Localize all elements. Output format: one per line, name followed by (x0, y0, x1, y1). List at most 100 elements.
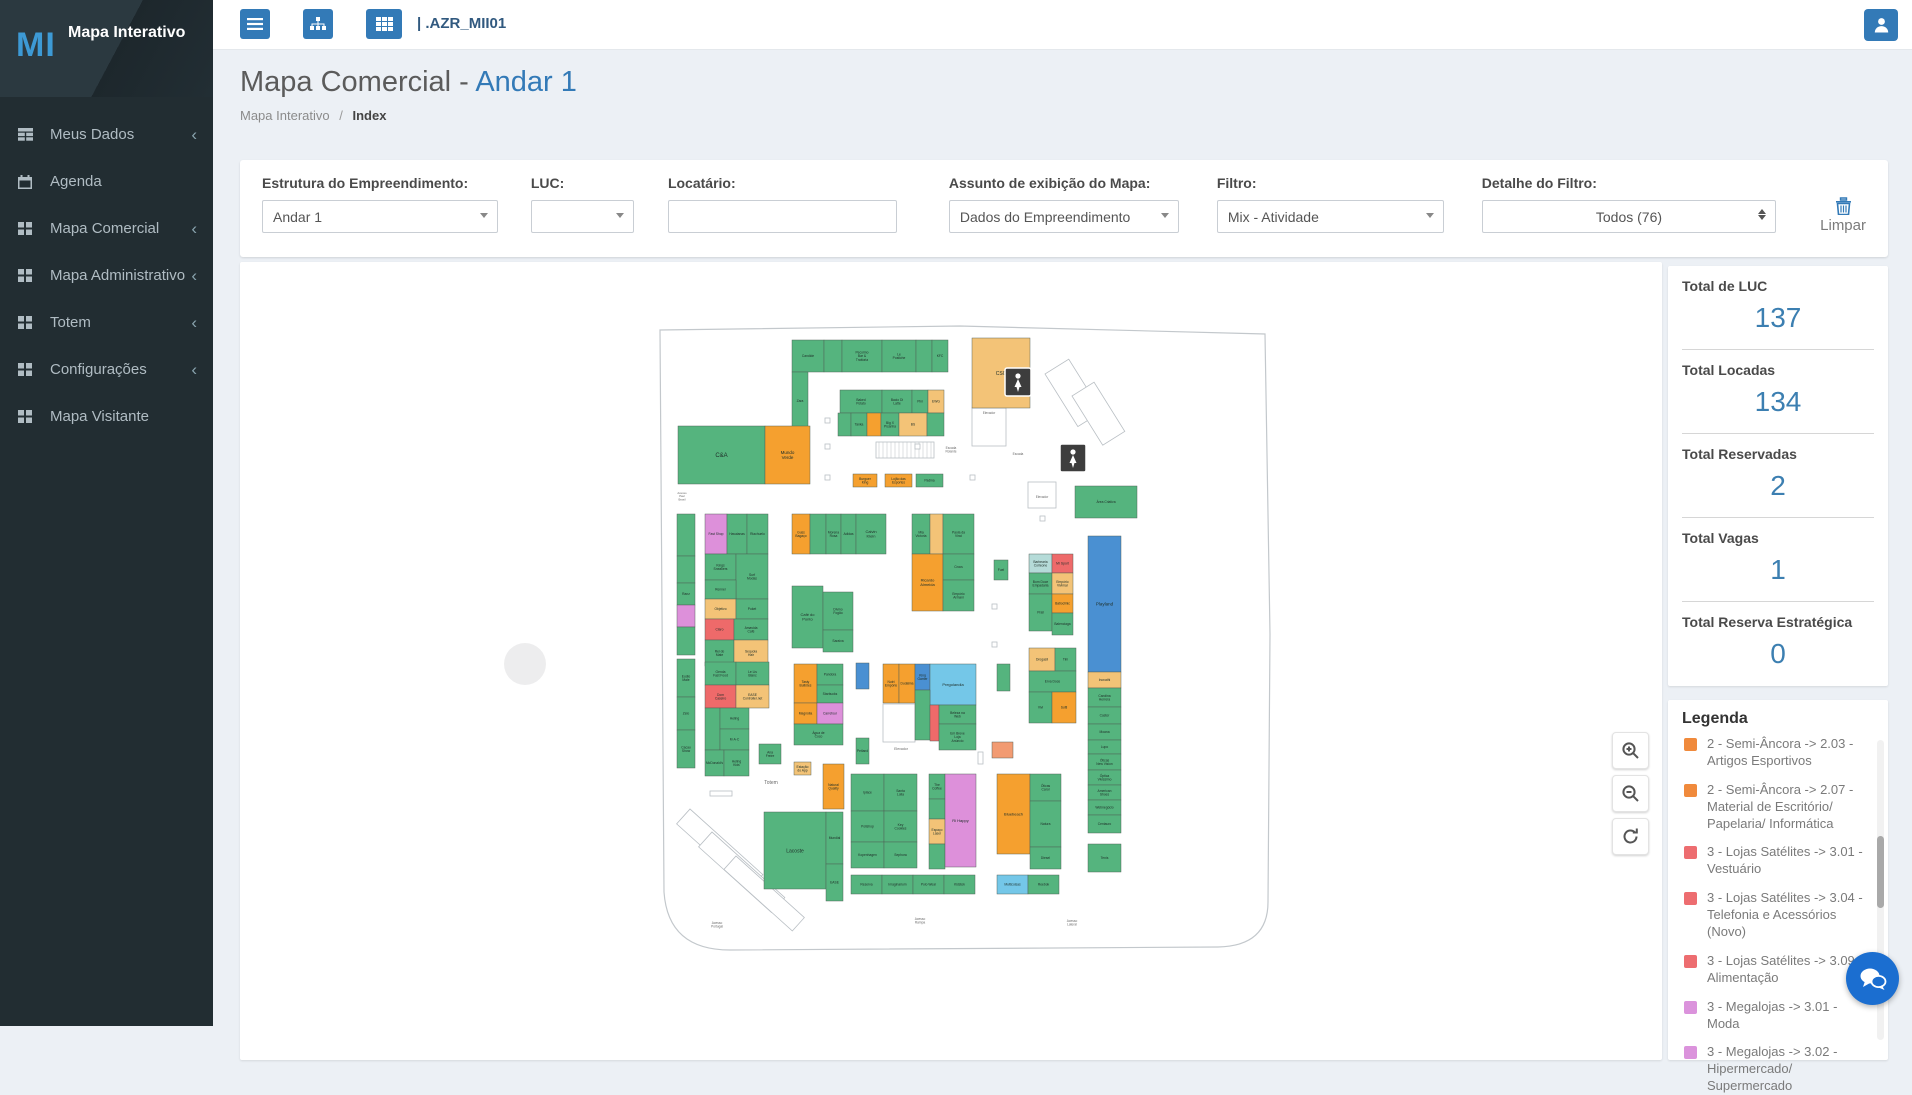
store-block-polo wear[interactable]: Polo Wear (913, 875, 944, 894)
store-block-heling-kids[interactable]: HelingKids (724, 750, 749, 776)
store-block-em breve-loja-anúncio[interactable]: Em BreveLojaAnúncio (939, 724, 976, 750)
store-block-amavida-café[interactable]: AmavidaCafé (734, 619, 768, 640)
store-block-beleza na-web[interactable]: Beleza naWeb (939, 705, 976, 724)
sidebar-item-mapa-administrativo[interactable]: Mapa Administrativo‹ (0, 252, 213, 299)
store-block-fast shop[interactable]: Fast Shop (705, 514, 727, 554)
store-block-ana-freire[interactable]: AnaFreire (759, 744, 781, 764)
store-block-balenciaga[interactable]: Balenciaga (1052, 613, 1073, 635)
store-block-heling[interactable]: Heling (720, 708, 749, 729)
store-block-carrefour[interactable]: Carrefour (817, 703, 843, 724)
store-block-american-shoes[interactable]: AmericanShoes (1088, 785, 1121, 800)
store-block-candide[interactable]: Candide (792, 340, 824, 372)
store-block-área criativa[interactable]: Área Criativa (1075, 486, 1137, 518)
sitemap-button[interactable] (303, 9, 333, 39)
store-block-zara[interactable]: Zara (792, 372, 808, 430)
store-block-king-gamer[interactable]: KingGamer (915, 664, 930, 690)
zoom-out-button[interactable] (1612, 775, 1649, 812)
store-block-reserva[interactable]: Reserva (851, 875, 882, 894)
store-block-webnegócio[interactable]: Webnegócio (1088, 800, 1121, 815)
store-block-mr sport[interactable]: Mr Sport (1052, 554, 1073, 573)
toggle-sidebar-button[interactable] (240, 9, 270, 39)
store-block[interactable] (930, 705, 939, 741)
store-block-bs[interactable]: BS (899, 413, 927, 436)
store-block-multicoisas[interactable]: Multicoisas (997, 875, 1028, 894)
store-block[interactable] (856, 663, 869, 689)
store-block[interactable] (677, 514, 695, 556)
store-block-sephora[interactable]: Sephora (884, 842, 917, 868)
store-block-ri happy[interactable]: Ri Happy (945, 774, 976, 867)
store-block-renner[interactable]: Renner (705, 580, 736, 599)
store-block-santa-lolla[interactable]: SantaLolla (884, 774, 917, 811)
store-block-bacio di-latte[interactable]: Bacio DiLatte (882, 390, 912, 413)
filter-subject-select[interactable]: Dados do Empreendimento (949, 200, 1179, 233)
breadcrumb-root[interactable]: Mapa Interativo (240, 108, 330, 123)
clear-filters-button[interactable]: Limpar (1820, 197, 1866, 234)
store-block-petland[interactable]: Petland (856, 738, 869, 764)
store-block-saraiva[interactable]: Saraiva (823, 630, 853, 652)
store-block-dudalina[interactable]: Dudalina (899, 664, 915, 703)
store-block-calvin-klein[interactable]: CalvinKlein (856, 514, 886, 554)
store-block-tasty-bulbões[interactable]: TastyBulbões (794, 664, 817, 703)
store-block[interactable] (992, 742, 1013, 758)
store-block-adidas[interactable]: Adidas (841, 514, 856, 554)
store-block-le-postiche[interactable]: LePostiche (882, 340, 916, 372)
store-block-dom-caseiro[interactable]: DomCaseiro (705, 685, 736, 708)
store-block-bluebeach[interactable]: Bluebeach (997, 774, 1030, 854)
store-block-kings-sneakers[interactable]: KingsSneakers (705, 554, 736, 580)
store-block-ewg[interactable]: EWG (928, 390, 944, 413)
store-block-lupo[interactable]: Lupo (1088, 740, 1121, 754)
store-block-batioclinic[interactable]: Batioclinic (1052, 594, 1073, 613)
store-block-zelo[interactable]: Zelo (677, 697, 695, 730)
store-block[interactable] (810, 514, 826, 554)
store-block-empório-armani[interactable]: EmpórioArmani (943, 580, 974, 611)
store-block-tenis[interactable]: Tenis (1088, 844, 1121, 872)
store-block-puket[interactable]: Puket (736, 599, 768, 619)
store-block-natura[interactable]: Natura (1030, 801, 1061, 847)
store-block-imaginarium[interactable]: Imaginarium (882, 875, 913, 894)
store-block-lacoste[interactable]: Lacoste (764, 812, 826, 889)
store-block[interactable] (927, 413, 944, 436)
sidebar-item-configuracoes[interactable]: Configurações‹ (0, 346, 213, 393)
chat-support-button[interactable] (1846, 952, 1899, 1005)
store-block-padina[interactable]: Padina (916, 474, 943, 487)
store-block-crocs[interactable]: Crocs (943, 554, 974, 580)
store-block-objetivo[interactable]: Objetivo (705, 599, 736, 619)
store-block-the-coffee[interactable]: TheCoffee (929, 774, 945, 799)
store-block-café do-ponto[interactable]: Café doPonto (792, 586, 823, 648)
store-block-playland[interactable]: Playland (1088, 536, 1121, 672)
store-block[interactable] (838, 413, 851, 436)
map-canvas[interactable]: CandidePecorinoBar &TrattoriaLePosticheK… (240, 262, 1662, 1060)
store-block-c&a[interactable]: C&A (678, 426, 765, 484)
store-block-mcdonald's[interactable]: McDonald's (705, 750, 724, 776)
store-block[interactable] (915, 690, 930, 740)
filter-luc-select[interactable] (531, 200, 634, 233)
filter-filter-select[interactable]: Mix - Atividade (1217, 200, 1444, 233)
store-block-guss-bagaço[interactable]: GussBagaço (792, 514, 810, 554)
store-block-tim[interactable]: Tim (1055, 648, 1076, 671)
store-block[interactable] (929, 799, 945, 819)
store-block-pini[interactable]: Pini (912, 390, 928, 413)
store-block-estação-do app[interactable]: Estaçãodo App (794, 762, 811, 775)
store-block-óptica-vivissimo[interactable]: ÓpticaVivissimo (1088, 770, 1121, 785)
store-block-empório-vivimar[interactable]: EmpórioVivimar (1052, 573, 1073, 594)
store-block-centauro[interactable]: Centauro (1088, 815, 1121, 833)
store-block-castor[interactable]: Castor (1088, 707, 1121, 724)
store-block[interactable] (997, 664, 1010, 691)
store-block-natural-quality[interactable]: NaturalQuality (823, 764, 844, 809)
store-block-claro[interactable]: Claro (705, 619, 734, 640)
store-block-reebok[interactable]: Reebok (1028, 875, 1059, 894)
store-block-carolina-herrera[interactable]: CarolinaHerrera (1088, 688, 1121, 707)
store-block-água de-coco[interactable]: Água deCoco (794, 724, 843, 745)
store-block-tanka[interactable]: Tanka (851, 413, 867, 436)
store-block[interactable] (929, 844, 945, 869)
store-block-barbearia-corleone[interactable]: BarbeariaCorleone (1029, 554, 1052, 573)
store-block-prail[interactable]: Prail (1029, 594, 1052, 631)
store-block-erva doce[interactable]: Erva Doce (1029, 671, 1076, 692)
store-block-paola da-vinci[interactable]: Paola daVinci (943, 514, 974, 554)
store-block-iplace[interactable]: Iplace (851, 774, 884, 811)
sidebar-item-totem[interactable]: Totem‹ (0, 299, 213, 346)
store-block-starbucks[interactable]: Starbucks (817, 685, 843, 703)
store-block-óticas-carol[interactable]: ÓticasCarol (1030, 774, 1061, 801)
store-block[interactable] (677, 627, 695, 655)
store-block-havaianas[interactable]: Havaianas (727, 514, 747, 554)
